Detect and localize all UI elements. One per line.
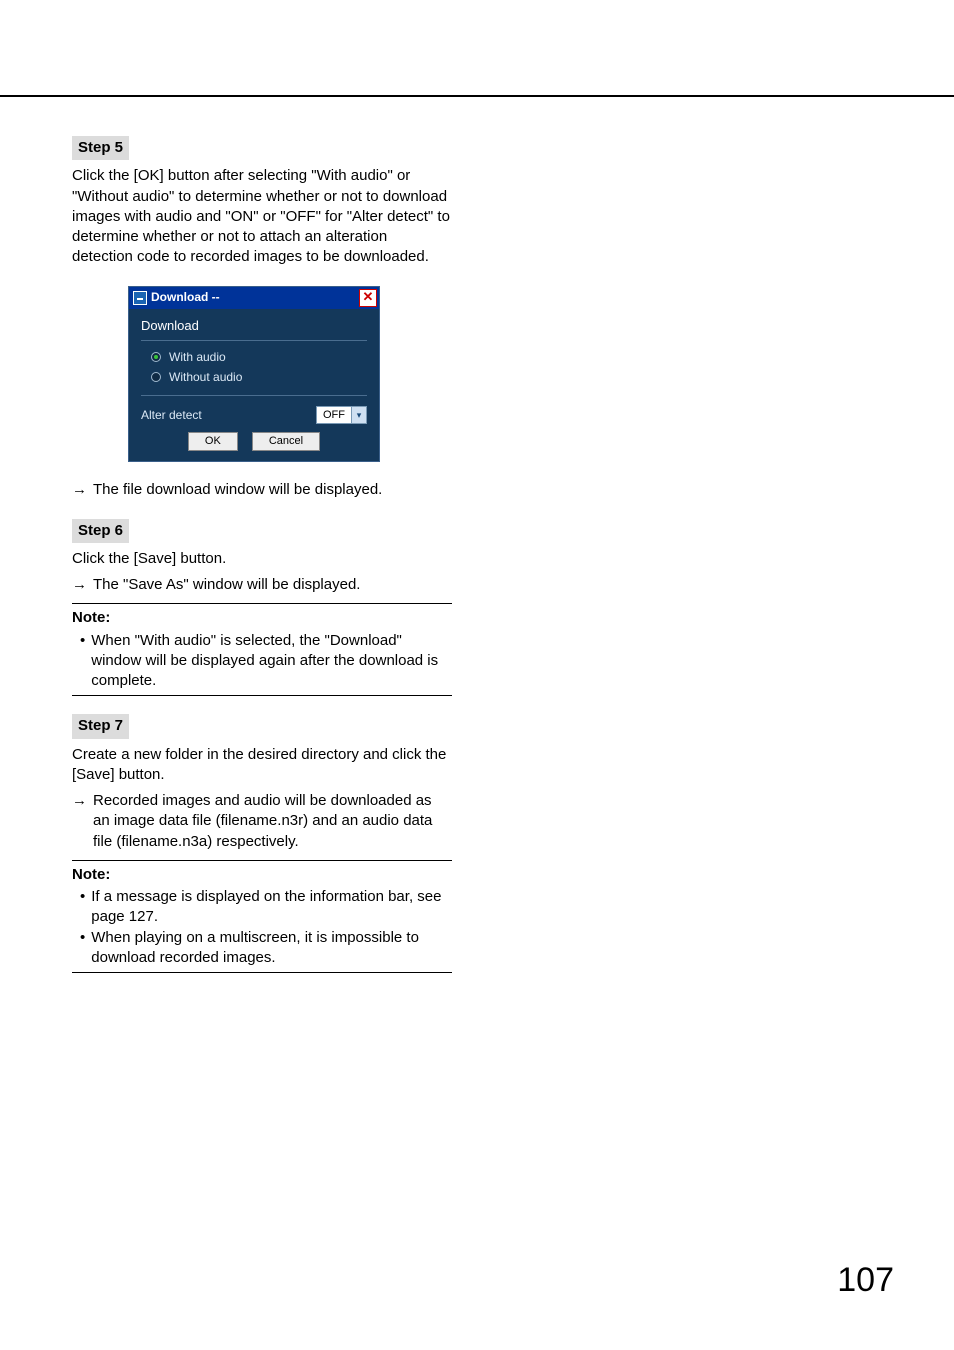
alter-detect-select[interactable]: OFF ▾ bbox=[316, 406, 367, 424]
dialog-icon bbox=[133, 291, 147, 305]
alter-detect-label: Alter detect bbox=[141, 407, 306, 423]
dialog-body: Download With audio Without audio Alt bbox=[129, 309, 379, 462]
page-number: 107 bbox=[837, 1261, 894, 1300]
step7-result-text: Recorded images and audio will be downlo… bbox=[93, 791, 452, 852]
step5-body: Click the [OK] button after selecting "W… bbox=[72, 166, 452, 267]
radio-without-audio-label: Without audio bbox=[169, 369, 242, 385]
note-rule-top bbox=[72, 603, 452, 604]
header-rule bbox=[0, 95, 954, 97]
dialog-divider-2 bbox=[141, 395, 367, 396]
download-dialog-figure: Download -- ✕ Download With audio bbox=[128, 286, 452, 463]
step5-section: Step 5 Click the [OK] button after selec… bbox=[72, 136, 452, 501]
download-dialog: Download -- ✕ Download With audio bbox=[128, 286, 380, 463]
step5-result: → The file download window will be displ… bbox=[72, 480, 452, 500]
step6-result: → The "Save As" window will be displayed… bbox=[72, 575, 452, 595]
step7-body: Create a new folder in the desired direc… bbox=[72, 745, 452, 786]
dialog-title: Download -- bbox=[151, 289, 220, 305]
radio-selected-icon bbox=[151, 352, 161, 362]
step6-body: Click the [Save] button. bbox=[72, 549, 452, 569]
step7-note-item-1: If a message is displayed on the informa… bbox=[91, 887, 452, 928]
close-icon[interactable]: ✕ bbox=[359, 289, 377, 307]
ok-button[interactable]: OK bbox=[188, 432, 238, 451]
arrow-icon: → bbox=[72, 791, 87, 852]
step7-section: Step 7 Create a new folder in the desire… bbox=[72, 714, 452, 973]
alter-detect-value: OFF bbox=[316, 406, 351, 424]
step7-result: → Recorded images and audio will be down… bbox=[72, 791, 452, 852]
step6-section: Step 6 Click the [Save] button. → The "S… bbox=[72, 519, 452, 697]
radio-without-audio[interactable]: Without audio bbox=[151, 369, 367, 385]
step6-label: Step 6 bbox=[72, 519, 129, 543]
arrow-icon: → bbox=[72, 480, 87, 500]
step7-note-item-2: When playing on a multiscreen, it is imp… bbox=[91, 928, 452, 969]
note-title: Note: bbox=[72, 865, 452, 885]
radio-with-audio[interactable]: With audio bbox=[151, 349, 367, 365]
step6-note-item-1: When "With audio" is selected, the "Down… bbox=[91, 631, 452, 692]
dialog-titlebar: Download -- ✕ bbox=[129, 287, 379, 309]
note-title: Note: bbox=[72, 608, 452, 628]
dialog-button-row: OK Cancel bbox=[141, 432, 367, 451]
content-column: Step 5 Click the [OK] button after selec… bbox=[72, 136, 452, 973]
step5-label: Step 5 bbox=[72, 136, 129, 160]
step5-result-text: The file download window will be display… bbox=[93, 480, 382, 500]
step6-result-text: The "Save As" window will be displayed. bbox=[93, 575, 360, 595]
chevron-down-icon: ▾ bbox=[351, 406, 367, 424]
alter-detect-row: Alter detect OFF ▾ bbox=[141, 406, 367, 424]
dialog-divider-1 bbox=[141, 340, 367, 341]
step7-note: Note: If a message is displayed on the i… bbox=[72, 860, 452, 973]
note-rule-bottom bbox=[72, 972, 452, 973]
radio-with-audio-label: With audio bbox=[169, 349, 226, 365]
step7-note-list: If a message is displayed on the informa… bbox=[72, 887, 452, 968]
note-rule-top bbox=[72, 860, 452, 861]
dialog-heading: Download bbox=[141, 317, 367, 335]
arrow-icon: → bbox=[72, 575, 87, 595]
step6-note: Note: When "With audio" is selected, the… bbox=[72, 603, 452, 696]
step6-note-list: When "With audio" is selected, the "Down… bbox=[72, 631, 452, 692]
step7-label: Step 7 bbox=[72, 714, 129, 738]
radio-unselected-icon bbox=[151, 372, 161, 382]
cancel-button[interactable]: Cancel bbox=[252, 432, 320, 451]
